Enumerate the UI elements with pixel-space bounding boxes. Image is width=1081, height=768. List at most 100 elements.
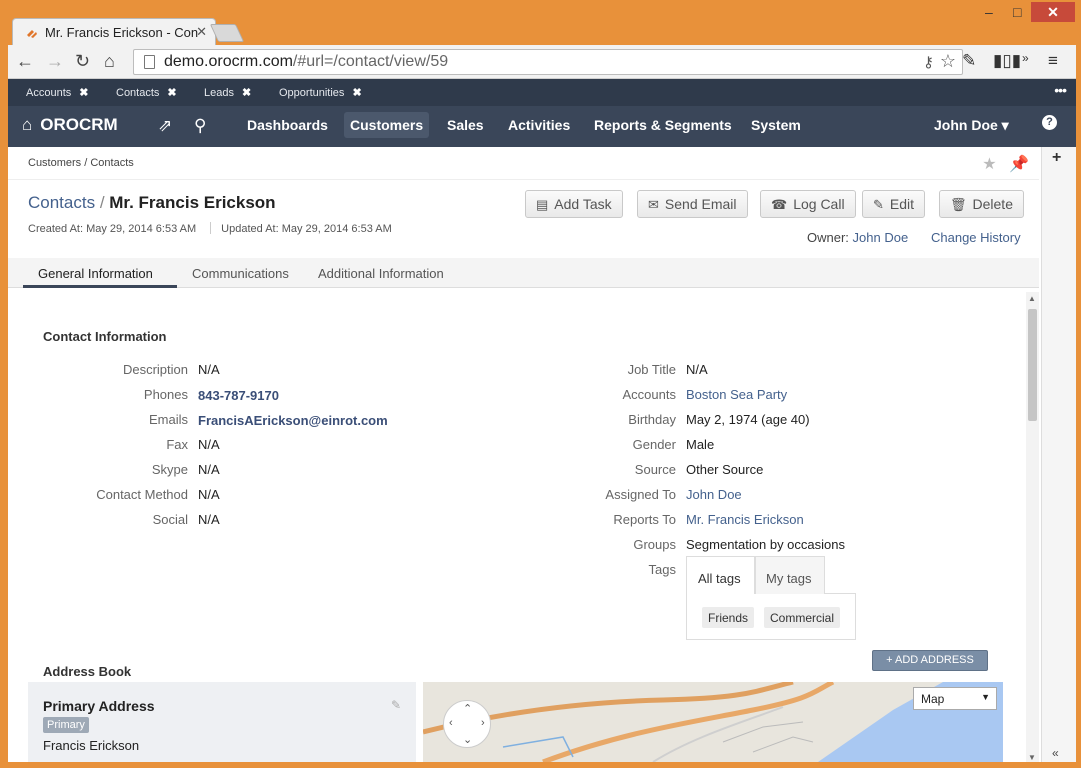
url-text: demo.orocrm.com/#url=/contact/view/59 bbox=[164, 53, 449, 70]
home-icon[interactable]: ⌂ bbox=[104, 51, 115, 72]
pin-item-accounts[interactable]: Accounts ✖ bbox=[26, 86, 88, 99]
map-type-select[interactable]: Map ▼ bbox=[913, 687, 997, 710]
edit-button[interactable]: ✎ Edit bbox=[862, 190, 926, 218]
nav-customers[interactable]: Customers bbox=[344, 112, 430, 138]
unpin-icon[interactable]: ✖ bbox=[79, 87, 88, 99]
back-icon[interactable]: ← bbox=[16, 51, 34, 72]
scrollbar-thumb[interactable] bbox=[1028, 309, 1037, 421]
add-address-button[interactable]: + ADD ADDRESS bbox=[872, 650, 988, 671]
window-close-button[interactable]: ✕ bbox=[1031, 2, 1075, 22]
nav-reports-segments[interactable]: Reports & Segments bbox=[594, 117, 732, 133]
nav-system[interactable]: System bbox=[751, 117, 801, 133]
caret-down-icon: ▼ bbox=[981, 692, 990, 702]
send-email-button[interactable]: ✉ Send Email bbox=[637, 190, 748, 218]
favorite-star-icon[interactable]: ★ bbox=[982, 156, 996, 173]
address-book-heading: Address Book bbox=[43, 664, 132, 679]
job-title-value: N/A bbox=[686, 362, 708, 377]
orocrm-favicon-icon bbox=[27, 30, 37, 38]
shortcut-icon[interactable]: ⇗ bbox=[158, 116, 172, 136]
log-call-button[interactable]: ☎ Log Call bbox=[760, 190, 856, 218]
chrome-menu-icon[interactable]: ≡ bbox=[1048, 51, 1058, 71]
maximize-icon[interactable]: □ bbox=[1013, 4, 1021, 20]
help-icon[interactable]: ? bbox=[1042, 115, 1057, 130]
browser-tab[interactable]: Mr. Francis Erickson - Con ✕ bbox=[12, 18, 216, 46]
pin-item-leads[interactable]: Leads ✖ bbox=[204, 86, 251, 99]
scroll-down-icon[interactable]: ▼ bbox=[1028, 753, 1036, 762]
phones-label: Phones bbox=[143, 387, 188, 402]
pan-left-icon[interactable]: ‹ bbox=[449, 717, 453, 729]
search-icon[interactable]: ⚲ bbox=[194, 116, 206, 136]
forward-icon[interactable]: → bbox=[46, 51, 64, 72]
assigned-to-link[interactable]: John Doe bbox=[686, 487, 742, 502]
browser-window: Mr. Francis Erickson - Con ✕ – □ ✕ ← → ↻… bbox=[0, 0, 1081, 768]
pinbar-more-icon[interactable]: ••• bbox=[1054, 82, 1067, 98]
pan-right-icon[interactable]: › bbox=[481, 717, 485, 729]
email-link[interactable]: FrancisAErickson@einrot.com bbox=[198, 413, 388, 428]
pen-extension-icon[interactable]: ✎ bbox=[962, 51, 976, 71]
address-card-title: Primary Address bbox=[43, 698, 155, 714]
unpin-icon[interactable]: ✖ bbox=[352, 87, 361, 99]
title-separator: / bbox=[95, 193, 110, 212]
add-task-button[interactable]: ▤ Add Task bbox=[525, 190, 623, 218]
scroll-up-icon[interactable]: ▲ bbox=[1028, 294, 1036, 303]
pin-icon[interactable]: 📌 bbox=[1009, 156, 1029, 173]
breadcrumb: Customers / Contacts bbox=[28, 157, 134, 169]
map-pan-control[interactable]: ⌃ ⌄ ‹ › bbox=[443, 700, 491, 748]
active-tab-indicator bbox=[23, 285, 177, 288]
phone-icon: ☎ bbox=[771, 197, 788, 212]
title-crumb-link[interactable]: Contacts bbox=[28, 193, 95, 212]
collapse-sidebar-icon[interactable]: « bbox=[1052, 746, 1059, 760]
change-history-link[interactable]: Change History bbox=[931, 230, 1021, 245]
minimize-icon[interactable]: – bbox=[985, 4, 993, 20]
pin-item-contacts[interactable]: Contacts ✖ bbox=[116, 86, 177, 99]
unpin-icon[interactable]: ✖ bbox=[242, 87, 251, 99]
primary-address-card: Primary Address Primary Francis Erickson… bbox=[28, 682, 416, 762]
reports-to-link[interactable]: Mr. Francis Erickson bbox=[686, 512, 804, 527]
key-icon[interactable]: ⚷ bbox=[923, 53, 934, 71]
record-meta: Created At: May 29, 2014 6:53 AM Updated … bbox=[28, 222, 392, 235]
nav-dashboards[interactable]: Dashboards bbox=[247, 117, 328, 133]
address-bar[interactable]: demo.orocrm.com/#url=/contact/view/59 ⚷ … bbox=[133, 49, 963, 75]
fax-label: Fax bbox=[166, 437, 188, 452]
reload-icon[interactable]: ↻ bbox=[75, 51, 90, 72]
barcode-extension-icon[interactable]: ▮▯▮ bbox=[993, 51, 1021, 71]
add-widget-icon[interactable]: + bbox=[1052, 149, 1061, 167]
address-map[interactable]: ⌃ ⌄ ‹ › Map ▼ bbox=[423, 682, 1003, 762]
tab-additional-information[interactable]: Additional Information bbox=[318, 266, 444, 281]
pan-down-icon[interactable]: ⌄ bbox=[463, 733, 472, 746]
account-link[interactable]: Boston Sea Party bbox=[686, 387, 787, 402]
owner-link[interactable]: John Doe bbox=[853, 230, 909, 245]
phone-link[interactable]: 843-787-9170 bbox=[198, 388, 279, 403]
groups-value: Segmentation by occasions bbox=[686, 537, 845, 552]
brand-logo[interactable]: ⌂ OROCRM bbox=[22, 115, 118, 135]
fax-value: N/A bbox=[198, 437, 220, 452]
nav-sales[interactable]: Sales bbox=[447, 117, 484, 133]
home-icon: ⌂ bbox=[22, 115, 33, 134]
pin-item-opportunities[interactable]: Opportunities ✖ bbox=[279, 86, 362, 99]
pencil-icon: ✎ bbox=[873, 197, 884, 212]
delete-button[interactable]: 🗑 Delete bbox=[939, 190, 1024, 218]
accounts-label: Accounts bbox=[622, 387, 676, 402]
created-at: Created At: May 29, 2014 6:53 AM bbox=[28, 223, 197, 235]
job-title-label: Job Title bbox=[627, 362, 676, 377]
close-tab-icon[interactable]: ✕ bbox=[196, 24, 207, 40]
address-name: Francis Erickson bbox=[43, 738, 140, 753]
unpin-icon[interactable]: ✖ bbox=[167, 87, 176, 99]
main-navigation: ⌂ OROCRM ⇗ ⚲ Dashboards Customers Sales A… bbox=[8, 106, 1076, 147]
bookmark-star-icon[interactable]: ☆ bbox=[940, 51, 956, 72]
groups-label: Groups bbox=[633, 537, 676, 552]
edit-address-icon[interactable]: ✎ bbox=[391, 698, 401, 712]
more-extensions-icon[interactable]: » bbox=[1022, 51, 1029, 65]
tag-chip[interactable]: Friends bbox=[702, 607, 755, 628]
tag-chip[interactable]: Commercial bbox=[764, 607, 841, 628]
pan-up-icon[interactable]: ⌃ bbox=[463, 702, 472, 715]
all-tags-label: All tags bbox=[698, 571, 741, 586]
nav-activities[interactable]: Activities bbox=[508, 117, 570, 133]
reports-to-label: Reports To bbox=[613, 512, 676, 527]
user-menu[interactable]: John Doe ▾ bbox=[934, 117, 1009, 134]
tab-communications[interactable]: Communications bbox=[192, 266, 289, 281]
pin-bar: Accounts ✖ Contacts ✖ Leads ✖ Opportunities… bbox=[8, 79, 1076, 106]
assigned-to-label: Assigned To bbox=[605, 487, 676, 502]
gender-label: Gender bbox=[632, 437, 676, 452]
tab-general-information[interactable]: General Information bbox=[38, 266, 153, 281]
